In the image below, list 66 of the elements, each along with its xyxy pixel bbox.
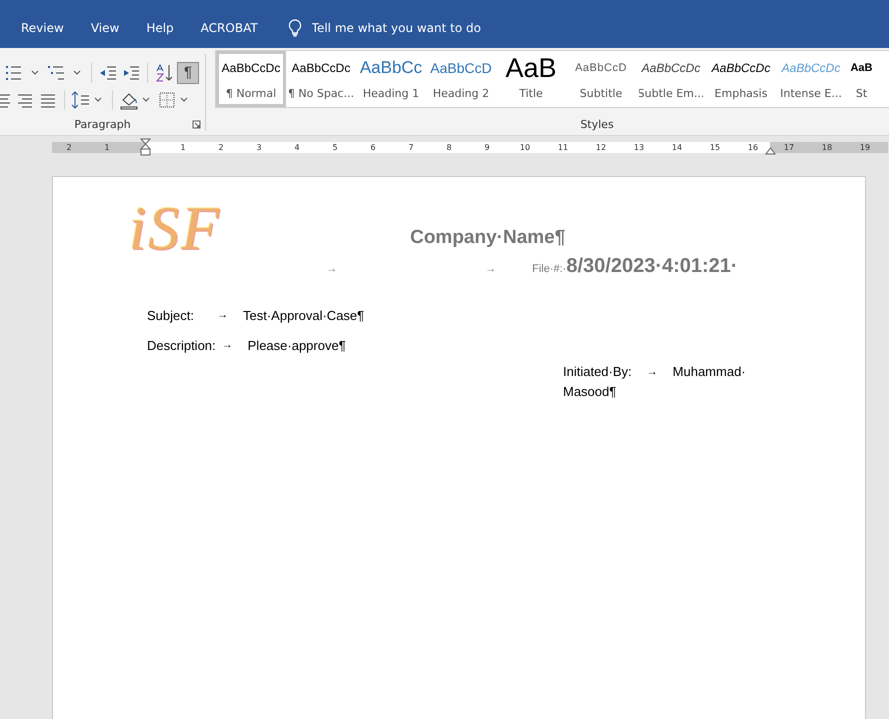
style-option[interactable]: AaBbCcDc ¶ No Spac... [286, 51, 356, 107]
field-value: Masood¶ [563, 383, 618, 401]
ruler-number: 4 [293, 142, 301, 152]
tab-mark: → [326, 263, 338, 275]
ruler-number: 15 [708, 142, 722, 152]
ruler-number: 17 [782, 142, 796, 152]
ruler-number: 1 [103, 142, 111, 152]
caret-icon[interactable] [142, 96, 150, 102]
ruler-number: 11 [556, 142, 570, 152]
ruler-number: 3 [255, 142, 263, 152]
style-option[interactable]: AaBbCcDc ¶ Normal [216, 51, 286, 107]
company-name: Company·Name¶ [410, 227, 566, 249]
ruler-number: 9 [483, 142, 491, 152]
ruler-number: 14 [670, 142, 684, 152]
indent-marker-icon[interactable] [140, 138, 151, 156]
style-option[interactable]: AaBbCc Heading 1 [356, 51, 426, 107]
group-label: Styles [579, 118, 615, 131]
logo: iSF [129, 194, 222, 265]
dialog-launcher-icon[interactable] [192, 120, 201, 129]
ruler-number: 10 [518, 142, 532, 152]
ribbon-tab[interactable]: Help [146, 19, 174, 37]
ruler-number: 7 [407, 142, 415, 152]
caret-icon[interactable] [180, 96, 188, 102]
ruler-number: 2 [65, 142, 73, 152]
borders-icon[interactable] [157, 90, 177, 110]
sort-icon[interactable] [154, 62, 174, 82]
ruler-number: 8 [445, 142, 453, 152]
tab-mark: → [646, 365, 659, 380]
field-label: Initiated·By: [563, 363, 632, 381]
tell-me-search[interactable]: Tell me what you want to do [288, 19, 512, 37]
ruler-number: 2 [217, 142, 225, 152]
ruler-number: 1 [179, 142, 187, 152]
ruler-number: 16 [746, 142, 760, 152]
style-option[interactable]: AaBbCcDc Intense E... [776, 51, 846, 107]
field-value: Test·Approval·Case¶ [243, 308, 364, 322]
ruler-number: 19 [858, 142, 872, 152]
group-label: Paragraph [74, 118, 131, 131]
right-indent-marker-icon[interactable] [765, 147, 776, 155]
style-option[interactable]: AaBbCcD Heading 2 [426, 51, 496, 107]
tab-mark: → [222, 339, 234, 351]
caret-icon[interactable] [31, 70, 39, 76]
style-option[interactable]: AaBbCcDc Emphasis [706, 51, 776, 107]
field-value: Please·approve¶ [248, 338, 346, 352]
style-option[interactable]: AaBbCcD Subtitle [566, 51, 636, 107]
ruler-number: 13 [632, 142, 646, 152]
ruler-number: 12 [594, 142, 608, 152]
field-label: Description: [147, 338, 216, 352]
ribbon-tab[interactable]: View [90, 19, 120, 37]
show-formatting-marks-button[interactable]: ¶ [177, 62, 199, 84]
line-spacing-icon[interactable] [71, 90, 91, 110]
lightbulb-icon [288, 19, 302, 37]
field-value: Muhammad· [672, 363, 746, 381]
style-option[interactable]: AaB Title [496, 51, 566, 107]
ribbon-tab[interactable]: Review [21, 19, 64, 37]
caret-icon[interactable] [73, 70, 81, 76]
caret-icon[interactable] [94, 96, 102, 102]
ribbon-tab[interactable]: ACROBAT [200, 19, 258, 37]
ruler-number: 6 [369, 142, 377, 152]
tab-mark: → [485, 263, 496, 275]
tab-mark: → [217, 309, 229, 321]
ruler-number: 5 [331, 142, 339, 152]
ruler-number: 18 [820, 142, 834, 152]
file-number: 8/30/2023·4:01:21· [566, 255, 738, 278]
file-label: File·#:· [532, 263, 566, 275]
field-label: Subject: [147, 308, 195, 322]
style-option[interactable]: AaB St [846, 51, 877, 107]
